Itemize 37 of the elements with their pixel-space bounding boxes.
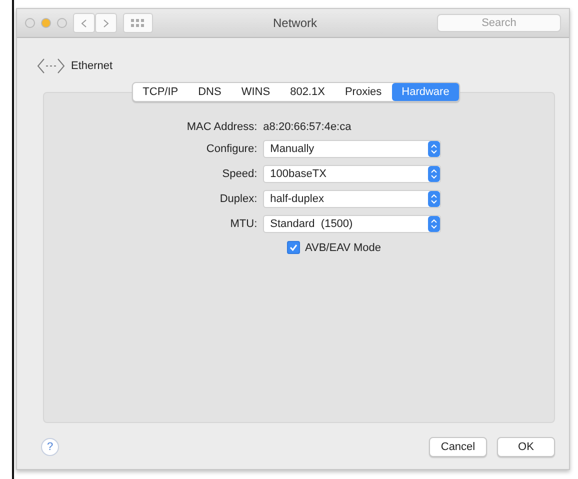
back-button[interactable] <box>73 13 95 33</box>
search-field[interactable]: Search <box>437 14 561 32</box>
field-label: MAC Address: <box>186 121 258 133</box>
service-name: Ethernet <box>71 60 113 72</box>
ok-button[interactable]: OK <box>497 437 555 457</box>
checkbox[interactable] <box>286 241 300 254</box>
tab[interactable]: DNS <box>188 83 232 101</box>
field-value: a8:20:66:57:4e:ca <box>263 121 352 133</box>
field-label: Configure: <box>205 143 258 155</box>
tab[interactable]: 802.1X <box>280 83 335 101</box>
checkmark-icon <box>288 243 298 252</box>
minimize-button[interactable] <box>41 18 51 28</box>
popup-menu[interactable]: half-duplex <box>263 190 442 208</box>
stepper-icon <box>428 141 440 157</box>
chevron-left-icon <box>81 18 87 28</box>
tab[interactable]: TCP/IP <box>132 83 188 101</box>
close-button[interactable] <box>25 18 35 28</box>
popup-menu[interactable]: Standard (1500) <box>263 215 442 233</box>
chevron-right-icon <box>103 18 109 28</box>
forward-button[interactable] <box>95 13 117 33</box>
zoom-button[interactable] <box>57 18 67 28</box>
grid-icon <box>131 19 145 27</box>
stepper-icon <box>428 216 440 232</box>
stepper-icon <box>428 166 440 182</box>
help-button[interactable]: ? <box>41 438 59 456</box>
cancel-button[interactable]: Cancel <box>429 437 487 457</box>
popup-menu[interactable]: Manually <box>263 140 442 158</box>
checkbox-label: AVB/EAV Mode <box>304 242 382 254</box>
popup-menu[interactable]: 100baseTX <box>263 165 442 183</box>
field-label: Duplex: <box>218 193 258 205</box>
grid-button[interactable] <box>123 13 153 33</box>
window-title: Network <box>272 16 318 30</box>
tab[interactable]: WINS <box>231 83 280 101</box>
field-label: MTU: <box>229 218 258 230</box>
field-label: Speed: <box>221 168 258 180</box>
stepper-icon <box>428 191 440 207</box>
tab[interactable]: Proxies <box>334 83 392 101</box>
